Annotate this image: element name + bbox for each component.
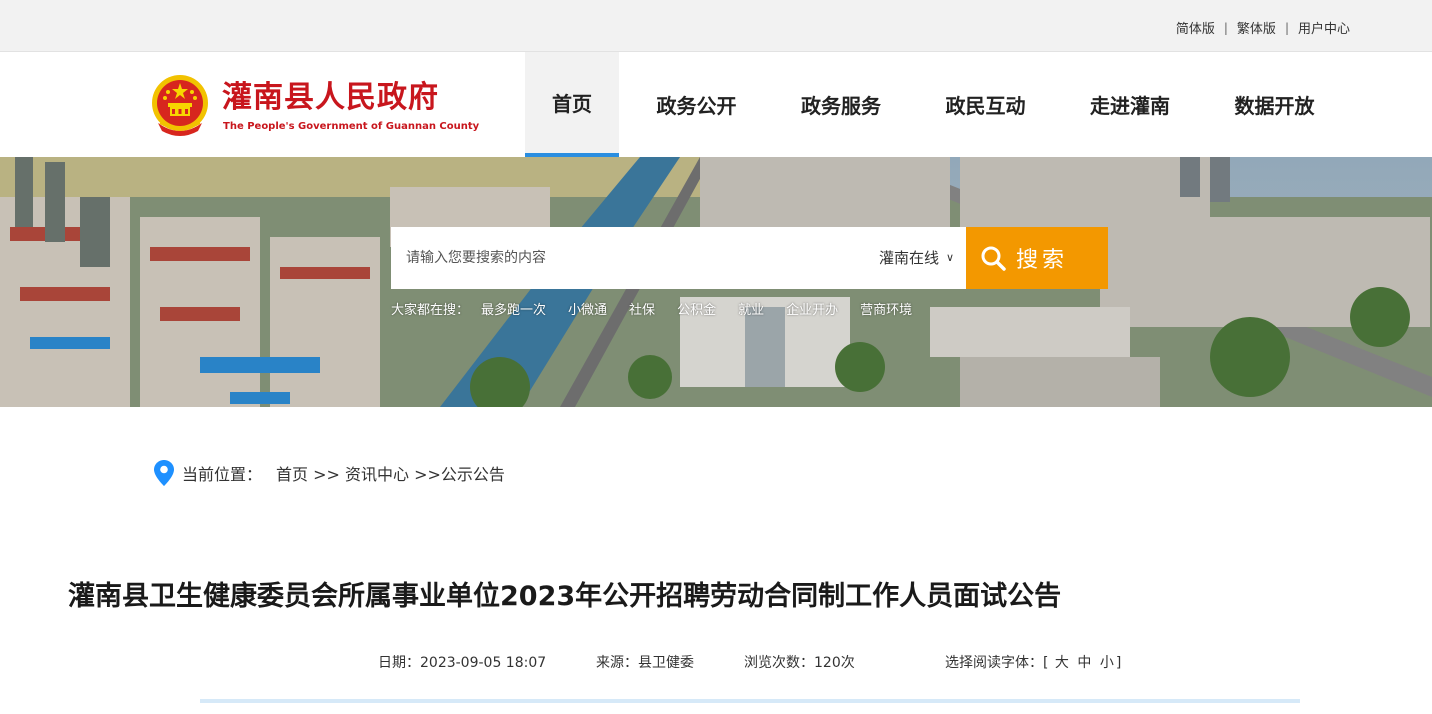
content-divider xyxy=(200,699,1300,703)
font-size-selector: 选择阅读字体：[ 大 中 小] xyxy=(945,655,1122,671)
nav-item-government-services[interactable]: 政务服务 xyxy=(774,52,908,157)
main-nav: 首页 政务公开 政务服务 政民互动 走进灌南 数据开放 xyxy=(525,52,1352,157)
utility-separator: | xyxy=(1284,20,1289,35)
hot-keyword-link[interactable]: 最多跑一次 xyxy=(481,299,546,318)
search-icon xyxy=(981,246,1006,271)
nav-item-public-interaction[interactable]: 政民互动 xyxy=(908,52,1063,157)
search-input[interactable] xyxy=(391,227,861,289)
search-button-label: 搜索 xyxy=(1016,248,1069,273)
breadcrumb-path[interactable]: 首页 >> 资讯中心 >>公示公告 xyxy=(276,461,505,485)
article-views: 浏览次数：120次 xyxy=(744,655,855,671)
hot-keyword-link[interactable]: 企业开办 xyxy=(786,299,838,318)
nav-item-about-guannan[interactable]: 走进灌南 xyxy=(1063,52,1197,157)
font-size-label: 选择阅读字体： xyxy=(945,655,1043,671)
hot-keyword-link[interactable]: 公积金 xyxy=(677,299,716,318)
location-pin-icon xyxy=(154,460,174,486)
hot-keyword-link[interactable]: 社保 xyxy=(629,299,655,318)
article-date: 日期：2023-09-05 18:07 xyxy=(378,655,547,671)
breadcrumb: 当前位置： 首页 >> 资讯中心 >>公示公告 xyxy=(154,460,505,486)
nav-item-government-affairs-open[interactable]: 政务公开 xyxy=(619,52,774,157)
hot-keyword-link[interactable]: 就业 xyxy=(738,299,764,318)
top-utility-bar: 简体版 | 繁体版 | 用户中心 xyxy=(0,0,1432,52)
hot-keyword-link[interactable]: 营商环境 xyxy=(860,299,912,318)
breadcrumb-label: 当前位置： xyxy=(182,465,263,484)
traditional-chinese-link[interactable]: 繁体版 xyxy=(1237,18,1276,37)
user-center-link[interactable]: 用户中心 xyxy=(1298,18,1350,37)
hero-banner: 灌南在线 ∨ 搜索 大家都在搜： 最多跑一次 小微通 社保 公积金 就业 企业开… xyxy=(0,157,1432,407)
font-size-medium-button[interactable]: 中 xyxy=(1077,655,1091,671)
search-button[interactable]: 搜索 xyxy=(966,227,1108,289)
utility-links: 简体版 | 繁体版 | 用户中心 xyxy=(1176,18,1350,38)
nav-item-home[interactable]: 首页 xyxy=(525,52,619,157)
national-emblem-icon[interactable] xyxy=(150,73,210,139)
site-logo-title[interactable]: 灌南县人民政府 xyxy=(222,80,439,116)
utility-separator: | xyxy=(1223,20,1228,35)
hot-search-keywords: 大家都在搜： 最多跑一次 小微通 社保 公积金 就业 企业开办 营商环境 xyxy=(391,299,912,318)
simplified-chinese-link[interactable]: 简体版 xyxy=(1176,18,1215,37)
search-scope-select[interactable]: 灌南在线 ∨ xyxy=(879,247,954,268)
chevron-down-icon: ∨ xyxy=(946,251,955,264)
font-size-large-button[interactable]: 大 xyxy=(1055,655,1069,671)
site-logo-subtitle: The People's Government of Guannan Count… xyxy=(223,121,480,132)
nav-item-open-data[interactable]: 数据开放 xyxy=(1197,52,1352,157)
site-header: 灌南县人民政府 The People's Government of Guann… xyxy=(0,52,1432,157)
search-bar: 灌南在线 ∨ xyxy=(391,227,966,289)
hot-keyword-link[interactable]: 小微通 xyxy=(568,299,607,318)
article-title: 灌南县卫生健康委员会所属事业单位2023年公开招聘劳动合同制工作人员面试公告 xyxy=(68,581,1062,612)
font-size-small-button[interactable]: 小 xyxy=(1100,655,1114,671)
article-source: 来源：县卫健委 xyxy=(596,655,694,671)
hot-search-label: 大家都在搜： xyxy=(391,303,470,318)
search-scope-value: 灌南在线 xyxy=(879,249,940,267)
